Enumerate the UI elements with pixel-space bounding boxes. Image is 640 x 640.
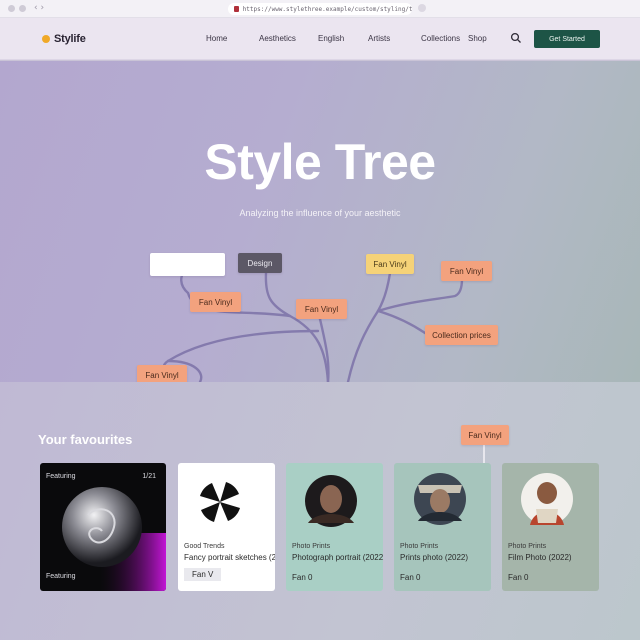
nav-artists[interactable]: Artists bbox=[368, 34, 390, 43]
card-label: Featuring bbox=[46, 473, 76, 480]
nav-english[interactable]: English bbox=[318, 34, 344, 43]
style-tag[interactable]: Fan Vinyl bbox=[441, 261, 492, 281]
style-tag[interactable]: Collection prices bbox=[425, 325, 498, 345]
style-tag[interactable]: Fan Vinyl bbox=[137, 365, 187, 382]
style-tag[interactable]: Fan Vinyl bbox=[366, 254, 414, 274]
nav-collections[interactable]: Collections bbox=[421, 34, 460, 43]
card-price[interactable]: Fan V bbox=[184, 568, 222, 581]
card-category: Photo Prints bbox=[400, 543, 439, 550]
card-price[interactable]: Fan 0 bbox=[400, 573, 420, 582]
get-started-button[interactable]: Get Started bbox=[534, 30, 600, 48]
style-tree-branches bbox=[162, 267, 464, 382]
product-card[interactable]: Photo Prints Film Photo (2022) Fan 0 bbox=[502, 463, 599, 591]
card-category: Photo Prints bbox=[508, 543, 547, 550]
extension-icon[interactable] bbox=[418, 4, 426, 12]
search-icon[interactable] bbox=[510, 32, 522, 44]
card-image bbox=[62, 487, 166, 591]
product-card[interactable]: Photo Prints Prints photo (2022) Fan 0 bbox=[394, 463, 491, 591]
nav-shop[interactable]: Shop bbox=[468, 34, 487, 43]
close-window-icon[interactable] bbox=[8, 5, 15, 12]
style-tag[interactable]: Fan Vinyl bbox=[296, 299, 347, 319]
section-title: Your favourites bbox=[38, 432, 133, 447]
minimize-window-icon[interactable] bbox=[19, 5, 26, 12]
logo-mark-icon bbox=[42, 35, 50, 43]
window-controls[interactable] bbox=[8, 5, 26, 12]
hero-section: Style Tree Analyzing the influence of yo… bbox=[0, 61, 640, 382]
url-text[interactable]: https://www.stylethree.example/custom/st… bbox=[243, 6, 412, 13]
card-portrait-image bbox=[414, 473, 466, 525]
hero-title: Style Tree bbox=[204, 134, 436, 190]
product-card[interactable]: Good Trends Fancy portrait sketches (202… bbox=[178, 463, 275, 591]
card-category: Good Trends bbox=[184, 543, 225, 550]
product-card[interactable]: Featuring 1/21 Featuring bbox=[40, 463, 166, 591]
browser-chrome: ‹ › https://www.stylethree.example/custo… bbox=[0, 0, 640, 18]
card-portrait-image bbox=[521, 473, 573, 525]
card-badge: 1/21 bbox=[142, 473, 156, 480]
card-title: Prints photo (2022) bbox=[400, 553, 469, 562]
branch-connector bbox=[483, 445, 485, 463]
nav-home[interactable]: Home bbox=[206, 34, 227, 43]
lock-icon bbox=[234, 6, 239, 12]
hero-subtitle: Analyzing the influence of your aestheti… bbox=[239, 208, 401, 218]
card-label: Featuring bbox=[46, 573, 76, 580]
style-tag[interactable]: Fan Vinyl bbox=[461, 425, 509, 445]
card-portrait-image bbox=[305, 475, 357, 527]
browser-nav-arrows[interactable]: ‹ › bbox=[34, 3, 44, 13]
product-card[interactable]: Photo Prints Photograph portrait (2022) … bbox=[286, 463, 383, 591]
style-tag[interactable] bbox=[150, 253, 225, 276]
style-tag[interactable]: Design bbox=[238, 253, 282, 273]
card-title: Film Photo (2022) bbox=[508, 553, 572, 562]
card-category: Photo Prints bbox=[292, 543, 331, 550]
address-bar[interactable]: https://www.stylethree.example/custom/st… bbox=[228, 3, 412, 15]
site-logo[interactable]: Stylife bbox=[42, 33, 86, 45]
card-title: Photograph portrait (2022) bbox=[292, 553, 383, 562]
card-title: Fancy portrait sketches (2021) bbox=[184, 553, 275, 562]
logo-text: Stylife bbox=[54, 33, 86, 45]
site-header: Stylife Home Aesthetics English Artists … bbox=[0, 18, 640, 60]
card-price[interactable]: Fan 0 bbox=[508, 573, 528, 582]
nav-aesthetics[interactable]: Aesthetics bbox=[259, 34, 296, 43]
style-tag[interactable]: Fan Vinyl bbox=[190, 292, 241, 312]
card-price[interactable]: Fan 0 bbox=[292, 573, 312, 582]
swirl-logo-icon bbox=[200, 482, 240, 522]
favourites-section: Your favourites Fan Vinyl Featuring 1/21… bbox=[0, 382, 640, 640]
